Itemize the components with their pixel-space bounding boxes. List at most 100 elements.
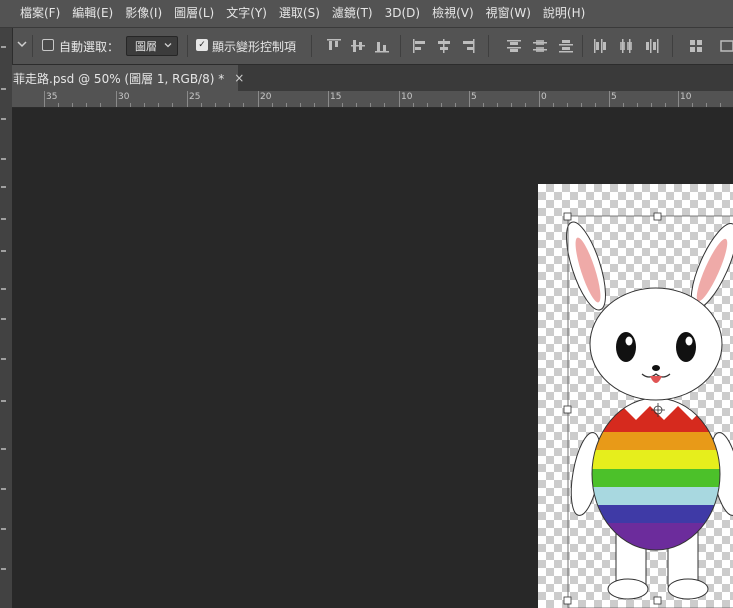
ruler-minor-tick bbox=[272, 103, 274, 107]
ruler-major-tick bbox=[44, 91, 45, 107]
ruler-minor-tick bbox=[100, 103, 102, 107]
distribute-horizontal-centers-icon[interactable] bbox=[618, 38, 634, 54]
tool-icon[interactable] bbox=[1, 88, 6, 90]
tool-icon[interactable] bbox=[1, 488, 6, 490]
ruler-minor-tick bbox=[427, 103, 429, 107]
align-vertical-centers-icon[interactable] bbox=[350, 38, 366, 54]
ruler-minor-tick bbox=[511, 103, 513, 107]
transform-handle[interactable] bbox=[653, 596, 662, 605]
ruler-minor-tick bbox=[595, 103, 597, 107]
ruler-minor-tick bbox=[413, 103, 415, 107]
bunny-left-ear bbox=[566, 221, 606, 311]
ruler-label: 10 bbox=[680, 92, 692, 102]
align-left-edges-icon[interactable] bbox=[412, 38, 428, 54]
align-top-edges-icon[interactable] bbox=[326, 38, 342, 54]
distribute-right-edges-icon[interactable] bbox=[644, 38, 660, 54]
ruler-minor-tick bbox=[215, 103, 217, 107]
close-icon[interactable]: × bbox=[234, 71, 244, 85]
menu-image[interactable]: 影像(I) bbox=[119, 0, 168, 27]
ruler-minor-tick bbox=[665, 103, 667, 107]
tool-icon[interactable] bbox=[1, 158, 6, 160]
transform-handle[interactable] bbox=[563, 596, 572, 605]
menu-view[interactable]: 檢視(V) bbox=[426, 0, 480, 27]
ruler-label: 15 bbox=[330, 92, 342, 102]
tool-icon[interactable] bbox=[1, 318, 6, 320]
ruler-minor-tick bbox=[158, 103, 160, 107]
ruler-minor-tick bbox=[651, 103, 653, 107]
menu-file[interactable]: 檔案(F) bbox=[14, 0, 66, 27]
transform-handle[interactable] bbox=[653, 212, 662, 221]
show-transform-label: 顯示變形控制項 bbox=[212, 40, 297, 54]
ruler-major-tick bbox=[258, 91, 259, 107]
document-tab-bar: 菲走路.psd @ 50% (圖層 1, RGB/8) * × bbox=[12, 65, 733, 91]
menu-select[interactable]: 選取(S) bbox=[273, 0, 326, 27]
align-bottom-edges-icon[interactable] bbox=[374, 38, 390, 54]
ruler-major-tick bbox=[116, 91, 117, 107]
divider bbox=[311, 35, 312, 57]
align-right-edges-icon[interactable] bbox=[460, 38, 476, 54]
tool-icon[interactable] bbox=[1, 528, 6, 530]
ruler-minor-tick bbox=[637, 103, 639, 107]
tool-icon[interactable] bbox=[1, 568, 6, 570]
ruler-minor-tick bbox=[581, 103, 583, 107]
menu-edit[interactable]: 編輯(E) bbox=[66, 0, 119, 27]
menu-3d[interactable]: 3D(D) bbox=[379, 0, 426, 27]
show-transform-checkbox[interactable]: ✓ bbox=[196, 39, 208, 51]
ruler-minor-tick bbox=[356, 103, 358, 107]
menu-window[interactable]: 視窗(W) bbox=[480, 0, 537, 27]
menu-type[interactable]: 文字(Y) bbox=[220, 0, 273, 27]
auto-align-layers-icon[interactable] bbox=[688, 38, 704, 54]
bunny-layer-artwork[interactable] bbox=[538, 184, 733, 608]
tool-icon[interactable] bbox=[1, 218, 6, 220]
menu-filter[interactable]: 濾鏡(T) bbox=[326, 0, 379, 27]
ruler-minor-tick bbox=[623, 103, 625, 107]
ruler-minor-tick bbox=[567, 103, 569, 107]
document-canvas[interactable] bbox=[538, 184, 733, 608]
distribute-bottom-edges-icon[interactable] bbox=[558, 38, 574, 54]
ruler-minor-tick bbox=[370, 103, 372, 107]
ruler-major-tick bbox=[399, 91, 400, 107]
tool-icon[interactable] bbox=[1, 46, 6, 48]
tool-icon[interactable] bbox=[1, 118, 6, 120]
ruler-label: 25 bbox=[189, 92, 201, 102]
tool-preset-chevron-down-icon[interactable] bbox=[16, 36, 28, 56]
menu-help[interactable]: 說明(H) bbox=[537, 0, 591, 27]
menu-layer[interactable]: 圖層(L) bbox=[168, 0, 220, 27]
divider bbox=[32, 35, 33, 57]
ruler-minor-tick bbox=[441, 103, 443, 107]
align-horizontal-centers-icon[interactable] bbox=[436, 38, 452, 54]
ruler-label: 30 bbox=[118, 92, 130, 102]
auto-select-checkbox[interactable] bbox=[42, 39, 54, 51]
ruler-label: 5 bbox=[471, 92, 477, 102]
chevron-down-icon bbox=[163, 40, 173, 53]
ruler-major-tick bbox=[469, 91, 470, 107]
divider bbox=[400, 35, 401, 57]
tool-icon[interactable] bbox=[1, 358, 6, 360]
ruler-minor-tick bbox=[201, 103, 203, 107]
ruler-major-tick bbox=[328, 91, 329, 107]
document-tab-title: 菲走路.psd @ 50% (圖層 1, RGB/8) * bbox=[13, 71, 225, 86]
tool-icon[interactable] bbox=[1, 288, 6, 290]
distribute-vertical-centers-icon[interactable] bbox=[532, 38, 548, 54]
distribute-top-edges-icon[interactable] bbox=[506, 38, 522, 54]
distribute-left-edges-icon[interactable] bbox=[592, 38, 608, 54]
tool-icon[interactable] bbox=[1, 186, 6, 188]
tool-icon[interactable] bbox=[1, 448, 6, 450]
ruler-minor-tick bbox=[342, 103, 344, 107]
transform-handle[interactable] bbox=[563, 212, 572, 221]
horizontal-ruler[interactable]: 35 30 25 20 15 10 5 0 5 10 bbox=[12, 91, 733, 108]
3d-mode-icon[interactable] bbox=[720, 38, 733, 54]
document-tab[interactable]: 菲走路.psd @ 50% (圖層 1, RGB/8) * × bbox=[12, 65, 244, 91]
ruler-minor-tick bbox=[692, 103, 694, 107]
ruler-minor-tick bbox=[86, 103, 88, 107]
auto-select-target-dropdown[interactable]: 圖層 bbox=[126, 36, 178, 56]
ruler-label: 20 bbox=[260, 92, 272, 102]
divider bbox=[672, 35, 673, 57]
ruler-major-tick bbox=[678, 91, 679, 107]
tool-icon[interactable] bbox=[1, 250, 6, 252]
ruler-minor-tick bbox=[720, 103, 722, 107]
tool-icon[interactable] bbox=[1, 400, 6, 402]
transform-handle[interactable] bbox=[563, 405, 572, 414]
ruler-minor-tick bbox=[229, 103, 231, 107]
ruler-minor-tick bbox=[58, 103, 60, 107]
